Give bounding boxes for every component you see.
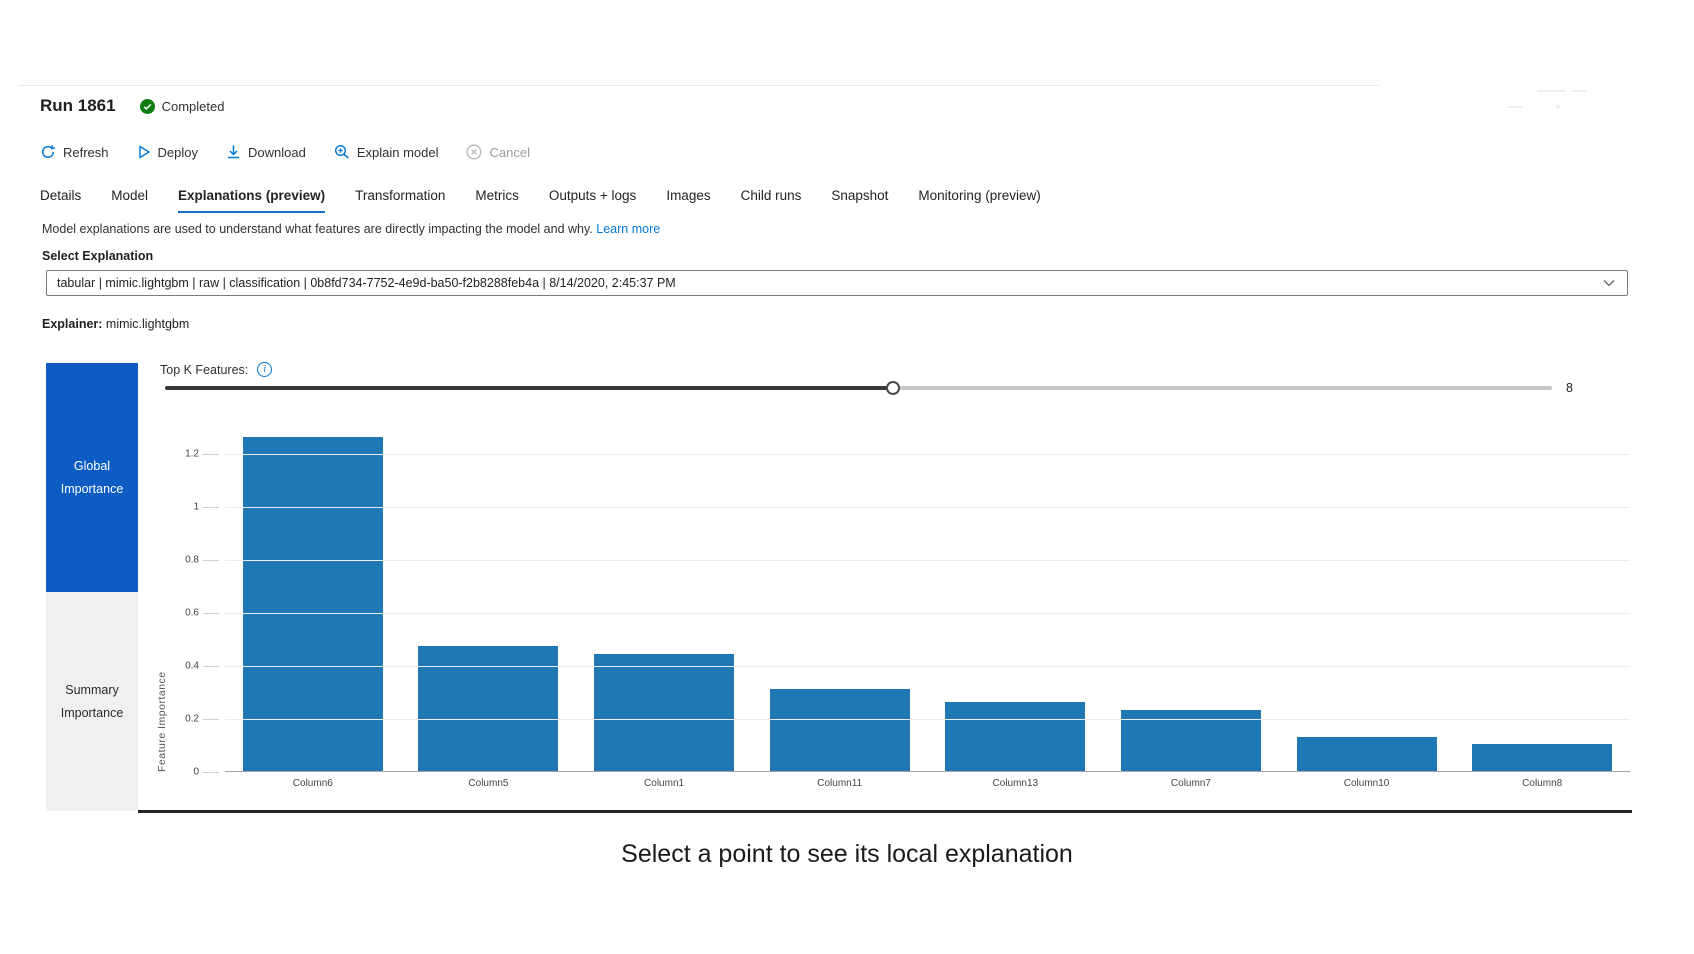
bar-column8[interactable] [1472,744,1612,771]
tab-snapshot[interactable]: Snapshot [831,188,888,213]
explain-model-button[interactable]: Explain model [334,144,439,160]
faded-artifact [1572,90,1586,92]
bar-column1[interactable] [594,654,734,771]
learn-more-link[interactable]: Learn more [596,222,660,236]
global-importance-line1: Global [74,459,110,473]
top-k-slider[interactable] [165,380,1552,396]
slider-value: 8 [1566,381,1573,395]
refresh-label: Refresh [63,145,109,160]
tab-images[interactable]: Images [666,188,710,213]
deploy-icon [137,144,151,160]
slider-thumb[interactable] [886,381,900,395]
x-tick-label: Column13 [993,778,1039,789]
explanation-dropdown[interactable]: tabular | mimic.lightgbm | raw | classif… [46,270,1628,296]
tab-model[interactable]: Model [111,188,148,213]
faded-artifact [1556,105,1560,108]
cancel-button[interactable]: Cancel [466,144,529,160]
x-tick-label: Column8 [1522,778,1562,789]
tab-description: Model explanations are used to understan… [42,222,660,236]
select-explanation-label: Select Explanation [42,249,153,263]
x-tick-label: Column5 [468,778,508,789]
y-tick-label: 0.8 [185,554,199,565]
explanation-dropdown-value: tabular | mimic.lightgbm | raw | classif… [47,276,676,290]
download-button[interactable]: Download [226,144,306,160]
faded-artifact [1508,106,1522,108]
explainer-row: Explainer: mimic.lightgbm [42,317,189,331]
x-tick-label: Column11 [817,778,862,789]
cancel-label: Cancel [489,145,529,160]
y-tick-mark [203,719,219,720]
tab-outputs-logs[interactable]: Outputs + logs [549,188,636,213]
download-icon [226,144,241,160]
gridline [225,613,1630,614]
explain-model-label: Explain model [357,145,439,160]
chevron-down-icon [1603,279,1615,287]
y-tick-mark [203,454,219,455]
summary-importance-line2: Importance [61,706,124,720]
deploy-label: Deploy [158,145,198,160]
sidebar-item-summary-importance[interactable]: Summary Importance [46,592,138,811]
y-axis-label: Feature Importance [156,427,168,772]
top-divider [18,85,1378,86]
info-icon[interactable]: i [257,362,272,377]
feature-importance-chart: Column6Column5Column1Column11Column13Col… [225,427,1630,772]
x-tick-label: Column10 [1344,778,1390,789]
x-tick-label: Column6 [293,778,333,789]
toolbar: Refresh Deploy Download Explain model Ca… [40,140,530,164]
deploy-button[interactable]: Deploy [137,144,198,160]
bar-column6[interactable] [243,437,383,771]
x-tick-label: Column1 [644,778,684,789]
status-label: Completed [162,99,225,114]
local-explanation-hint: Select a point to see its local explanat… [0,840,1694,869]
bar-column13[interactable] [945,702,1085,771]
download-label: Download [248,145,306,160]
y-tick-mark [203,507,219,508]
chart-bottom-border [138,810,1632,813]
gridline [225,666,1630,667]
top-k-features-row: Top K Features: i [160,362,272,377]
y-tick-mark [203,772,219,773]
x-tick-label: Column7 [1171,778,1211,789]
faded-artifact [1537,90,1565,92]
global-importance-line2: Importance [61,482,124,496]
tab-explanations-preview[interactable]: Explanations (preview) [178,188,325,213]
cancel-icon [466,144,482,160]
tabs: Details Model Explanations (preview) Transf… [40,188,1041,213]
y-tick-mark [203,560,219,561]
tab-monitoring-preview[interactable]: Monitoring (preview) [918,188,1040,213]
y-tick-label: 1 [193,501,199,512]
gridline [225,560,1630,561]
refresh-icon [40,144,56,160]
tab-details[interactable]: Details [40,188,81,213]
gridline [225,719,1630,720]
gridline [225,507,1630,508]
top-k-features-label: Top K Features: [160,363,248,377]
completed-check-icon [140,99,155,114]
explainer-value: mimic.lightgbm [106,317,189,331]
slider-fill [165,386,893,390]
status-badge: Completed [140,99,225,114]
y-tick-label: 0.2 [185,713,199,724]
tab-child-runs[interactable]: Child runs [741,188,802,213]
sidebar-item-global-importance[interactable]: Global Importance [46,363,138,592]
tab-metrics[interactable]: Metrics [475,188,519,213]
explain-model-icon [334,144,350,160]
y-tick-label: 0.6 [185,607,199,618]
page: Run 1861 Completed Refresh Deploy Downl [0,0,1694,954]
bar-column10[interactable] [1297,737,1437,772]
refresh-button[interactable]: Refresh [40,144,109,160]
y-tick-label: 0.4 [185,660,199,671]
description-text: Model explanations are used to understan… [42,222,593,236]
y-tick-label: 1.2 [185,448,199,459]
gridline [225,454,1630,455]
summary-importance-line1: Summary [65,683,118,697]
y-tick-label: 0 [193,767,199,778]
explainer-label: Explainer: [42,317,102,331]
y-tick-mark [203,613,219,614]
tab-transformation[interactable]: Transformation [355,188,445,213]
run-header: Run 1861 Completed [40,96,224,116]
y-tick-mark [203,666,219,667]
page-title: Run 1861 [40,96,116,116]
bar-column11[interactable] [770,689,910,771]
